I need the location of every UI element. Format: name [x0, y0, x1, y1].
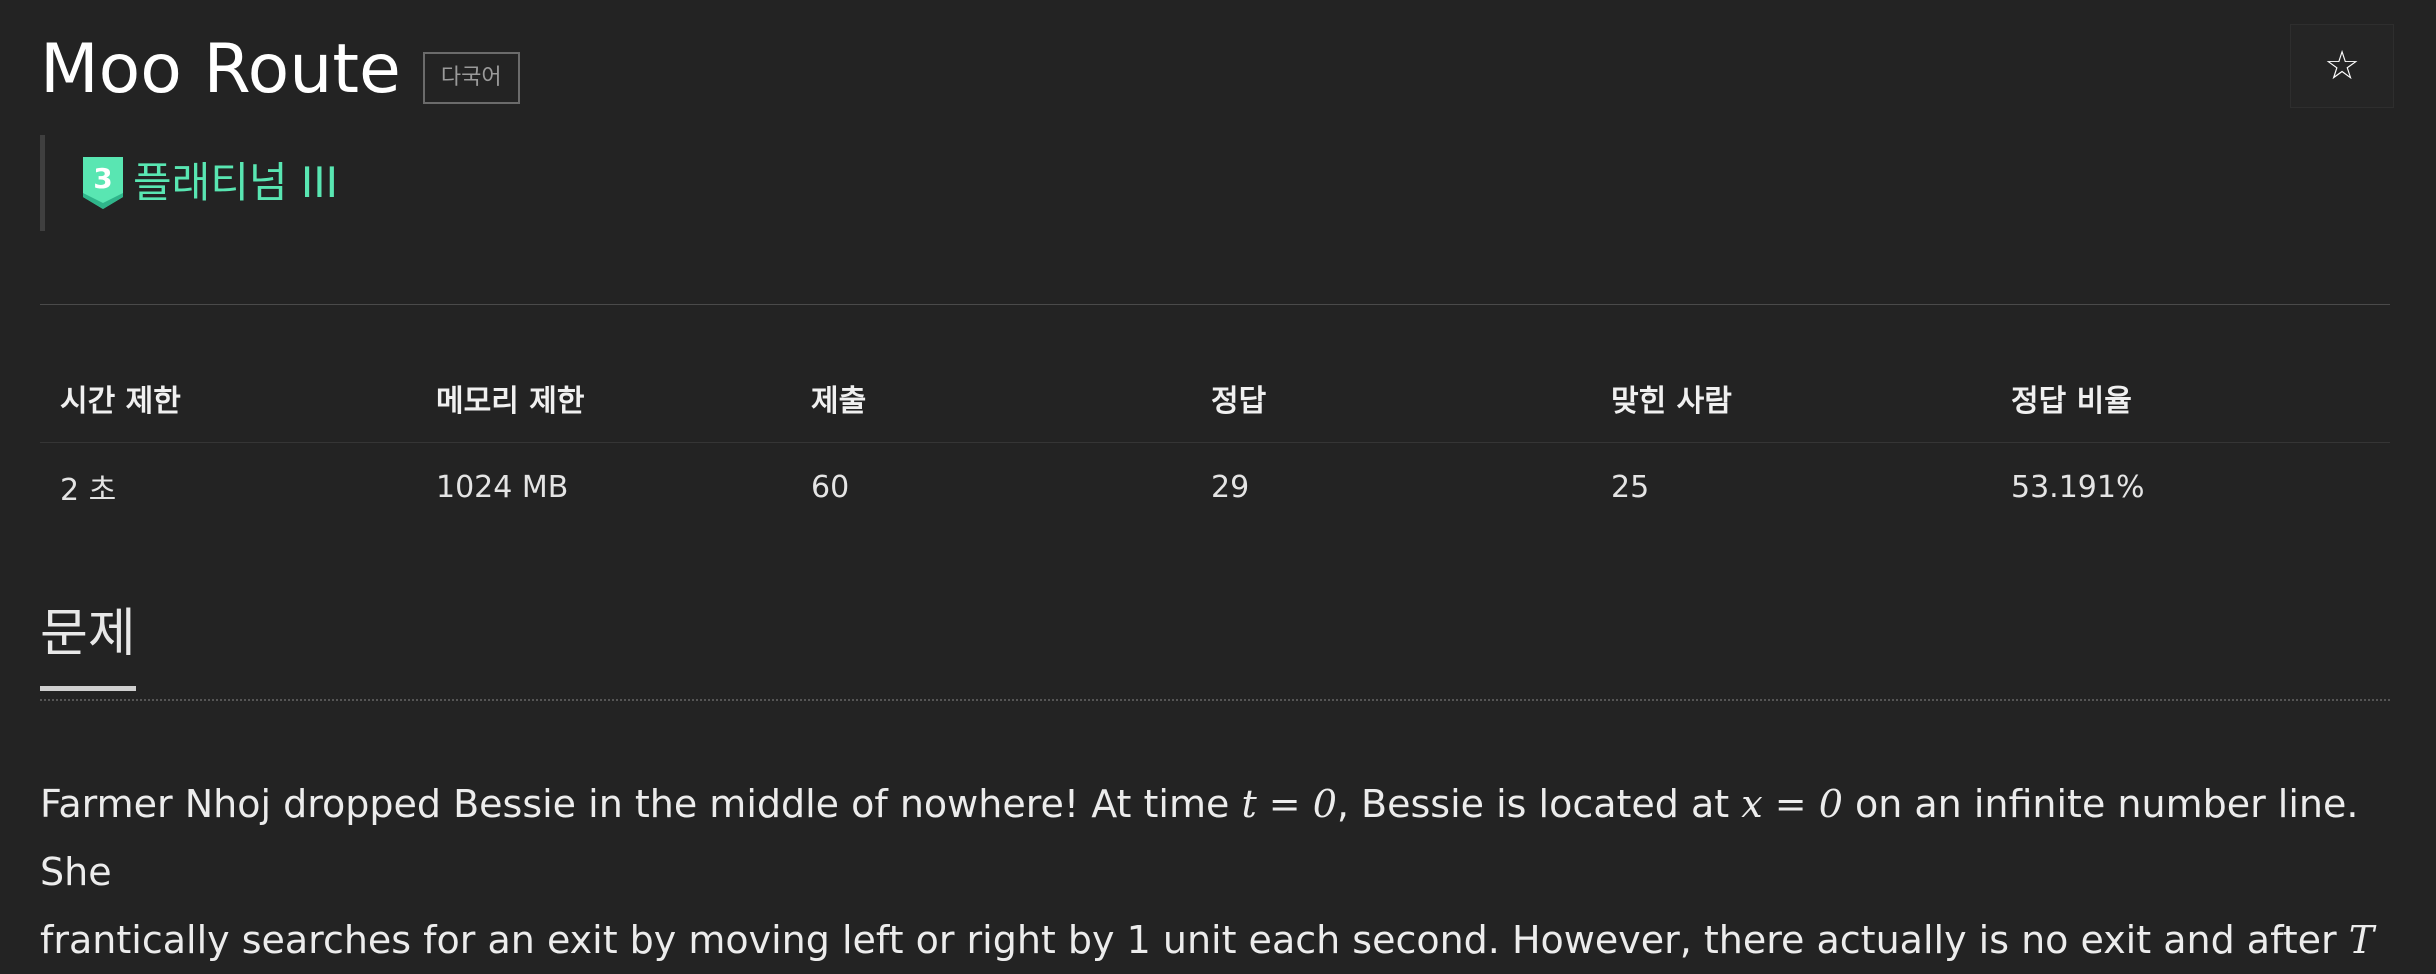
header-submissions: 제출	[811, 384, 867, 419]
stats-value-row: 2 초 1024 MB 60 29 25 53.191%	[40, 443, 2390, 531]
star-icon: ☆	[2324, 43, 2360, 89]
text-segment: , Bessie is located at	[1336, 782, 1742, 826]
header-accepted: 정답	[1211, 384, 1267, 419]
text-segment: Farmer Nhoj dropped Bessie in the middle…	[40, 782, 1242, 826]
tier-level-text: 3	[93, 162, 112, 195]
section-rule	[40, 699, 2390, 701]
stats-header-row: 시간 제한 메모리 제한 제출 정답 맞힌 사람 정답 비율	[40, 354, 2390, 443]
tier-block: 3 플래티넘 III	[40, 135, 338, 231]
math-time-zero: t = 0	[1241, 782, 1337, 826]
header-solvers: 맞힌 사람	[1611, 384, 1732, 419]
problem-description: Farmer Nhoj dropped Bessie in the middle…	[40, 770, 2390, 974]
header-accept-ratio: 정답 비율	[2011, 384, 2132, 419]
value-solvers: 25	[1611, 469, 1650, 505]
favorite-button[interactable]: ☆	[2290, 24, 2394, 108]
text-segment: frantically searches for an exit by movi…	[40, 918, 2349, 962]
value-accepted: 29	[1211, 469, 1250, 505]
header-memory-limit: 메모리 제한	[436, 384, 585, 419]
header-time-limit: 시간 제한	[60, 384, 181, 419]
problem-title: Moo Route	[40, 30, 401, 109]
title-row: Moo Route 다국어	[40, 20, 520, 120]
value-time-limit: 2 초	[60, 473, 117, 508]
value-submissions: 60	[811, 469, 850, 505]
math-big-t: T	[2348, 918, 2375, 962]
value-memory-limit: 1024 MB	[436, 469, 569, 505]
tier-badge-icon: 3	[83, 157, 123, 209]
tier-label[interactable]: 플래티넘 III	[133, 162, 338, 204]
description-line-2: frantically searches for an exit by movi…	[40, 906, 2390, 974]
header-divider	[40, 304, 2390, 305]
stats-table: 시간 제한 메모리 제한 제출 정답 맞힌 사람 정답 비율 2 초 1024 …	[40, 354, 2390, 531]
math-position-zero: x = 0	[1741, 782, 1843, 826]
section-title: 문제	[40, 608, 136, 691]
description-line-1: Farmer Nhoj dropped Bessie in the middle…	[40, 770, 2390, 906]
problem-section-header: 문제	[40, 608, 2390, 702]
language-badge[interactable]: 다국어	[422, 52, 520, 104]
value-accept-ratio: 53.191%	[2011, 469, 2145, 505]
